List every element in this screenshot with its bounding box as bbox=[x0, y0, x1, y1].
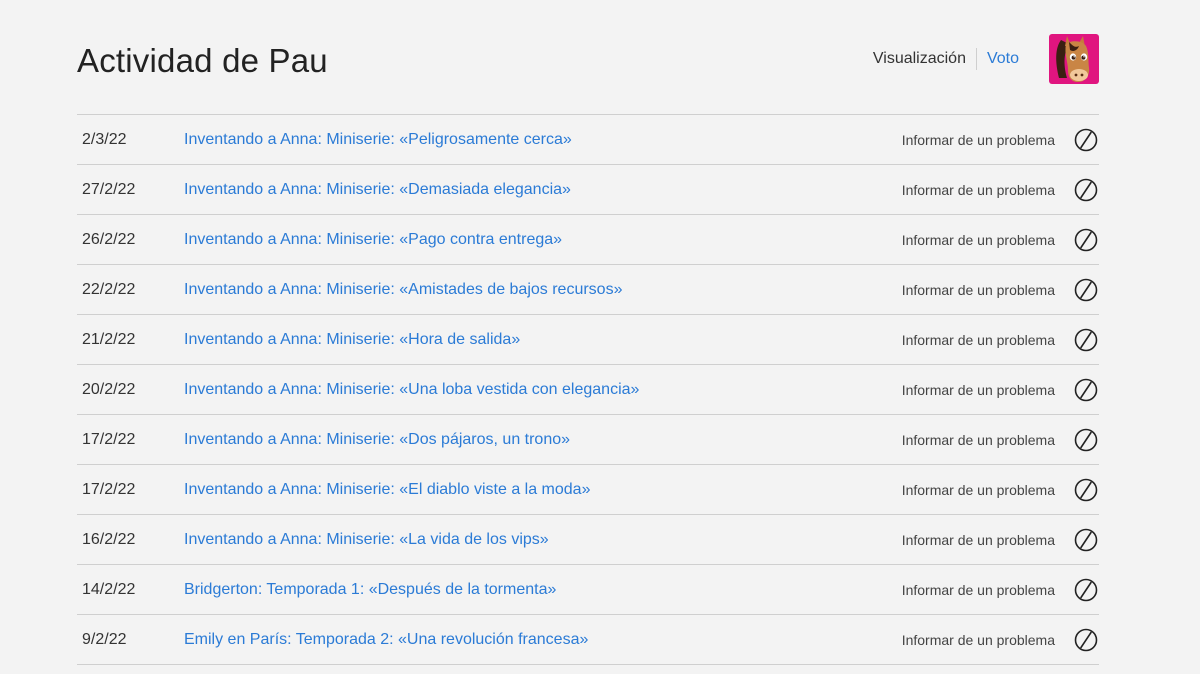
activity-row: 20/2/22 Inventando a Anna: Miniserie: «U… bbox=[77, 365, 1099, 415]
page-title: Actividad de Pau bbox=[77, 42, 328, 79]
hide-from-history-button[interactable] bbox=[1074, 478, 1098, 502]
activity-title-link[interactable]: Inventando a Anna: Miniserie: «Pago cont… bbox=[184, 230, 562, 250]
hide-icon bbox=[1074, 628, 1098, 652]
report-problem-link[interactable]: Informar de un problema bbox=[902, 281, 1055, 299]
hide-icon bbox=[1074, 528, 1098, 552]
page-header: Actividad de Pau Visualización Voto bbox=[77, 34, 1099, 94]
hide-from-history-button[interactable] bbox=[1074, 428, 1098, 452]
hide-icon bbox=[1074, 328, 1098, 352]
activity-title-link[interactable]: Inventando a Anna: Miniserie: «Una loba … bbox=[184, 380, 639, 400]
report-problem-link[interactable]: Informar de un problema bbox=[902, 231, 1055, 249]
hide-from-history-button[interactable] bbox=[1074, 528, 1098, 552]
report-problem-link[interactable]: Informar de un problema bbox=[902, 631, 1055, 649]
hide-from-history-button[interactable] bbox=[1074, 328, 1098, 352]
profile-avatar[interactable] bbox=[1049, 34, 1099, 84]
report-problem-link[interactable]: Informar de un problema bbox=[902, 331, 1055, 349]
hide-from-history-button[interactable] bbox=[1074, 378, 1098, 402]
activity-date: 21/2/22 bbox=[82, 331, 136, 348]
activity-title-link[interactable]: Inventando a Anna: Miniserie: «La vida d… bbox=[184, 530, 549, 550]
hide-icon bbox=[1074, 478, 1098, 502]
hide-from-history-button[interactable] bbox=[1074, 228, 1098, 252]
hide-from-history-button[interactable] bbox=[1074, 278, 1098, 302]
activity-date: 26/2/22 bbox=[82, 231, 136, 248]
activity-date: 14/2/22 bbox=[82, 581, 136, 598]
hide-from-history-button[interactable] bbox=[1074, 578, 1098, 602]
report-problem-link[interactable]: Informar de un problema bbox=[902, 181, 1055, 199]
activity-row: 16/2/22 Inventando a Anna: Miniserie: «L… bbox=[77, 515, 1099, 565]
activity-date: 27/2/22 bbox=[82, 181, 136, 198]
activity-date: 2/3/22 bbox=[82, 131, 127, 148]
activity-title-link[interactable]: Inventando a Anna: Miniserie: «Peligrosa… bbox=[184, 130, 572, 150]
activity-title-link[interactable]: Inventando a Anna: Miniserie: «Hora de s… bbox=[184, 330, 520, 350]
activity-date: 16/2/22 bbox=[82, 531, 136, 548]
activity-row: 17/2/22 Inventando a Anna: Miniserie: «D… bbox=[77, 415, 1099, 465]
hide-from-history-button[interactable] bbox=[1074, 128, 1098, 152]
activity-date: 20/2/22 bbox=[82, 381, 136, 398]
activity-page: Actividad de Pau Visualización Voto 2/3/… bbox=[0, 0, 1200, 674]
hide-icon bbox=[1074, 228, 1098, 252]
report-problem-link[interactable]: Informar de un problema bbox=[902, 531, 1055, 549]
activity-title-link[interactable]: Inventando a Anna: Miniserie: «El diablo… bbox=[184, 480, 590, 500]
activity-date: 22/2/22 bbox=[82, 281, 136, 298]
activity-row: 17/2/22 Inventando a Anna: Miniserie: «E… bbox=[77, 465, 1099, 515]
activity-row: 27/2/22 Inventando a Anna: Miniserie: «D… bbox=[77, 165, 1099, 215]
activity-title-link[interactable]: Emily en París: Temporada 2: «Una revolu… bbox=[184, 630, 588, 650]
activity-title-link[interactable]: Inventando a Anna: Miniserie: «Dos pájar… bbox=[184, 430, 570, 450]
hide-from-history-button[interactable] bbox=[1074, 178, 1098, 202]
activity-row: 9/2/22 Emily en París: Temporada 2: «Una… bbox=[77, 615, 1099, 665]
report-problem-link[interactable]: Informar de un problema bbox=[902, 381, 1055, 399]
hide-icon bbox=[1074, 578, 1098, 602]
activity-row: 26/2/22 Inventando a Anna: Miniserie: «P… bbox=[77, 215, 1099, 265]
viewing-tab[interactable]: Visualización bbox=[873, 48, 977, 70]
report-problem-link[interactable]: Informar de un problema bbox=[902, 431, 1055, 449]
hide-icon bbox=[1074, 378, 1098, 402]
hide-icon bbox=[1074, 278, 1098, 302]
rating-tab[interactable]: Voto bbox=[977, 48, 1019, 70]
report-problem-link[interactable]: Informar de un problema bbox=[902, 581, 1055, 599]
activity-title-link[interactable]: Inventando a Anna: Miniserie: «Amistades… bbox=[184, 280, 622, 300]
activity-date: 17/2/22 bbox=[82, 431, 136, 448]
activity-date: 9/2/22 bbox=[82, 631, 127, 648]
report-problem-link[interactable]: Informar de un problema bbox=[902, 481, 1055, 499]
report-problem-link[interactable]: Informar de un problema bbox=[902, 131, 1055, 149]
activity-list: 2/3/22 Inventando a Anna: Miniserie: «Pe… bbox=[77, 114, 1099, 665]
view-switch: Visualización Voto bbox=[873, 48, 1019, 70]
activity-date: 17/2/22 bbox=[82, 481, 136, 498]
activity-title-link[interactable]: Bridgerton: Temporada 1: «Después de la … bbox=[184, 580, 556, 600]
hide-icon bbox=[1074, 128, 1098, 152]
horse-avatar-icon bbox=[1049, 34, 1099, 84]
activity-title-link[interactable]: Inventando a Anna: Miniserie: «Demasiada… bbox=[184, 180, 571, 200]
hide-icon bbox=[1074, 178, 1098, 202]
activity-row: 21/2/22 Inventando a Anna: Miniserie: «H… bbox=[77, 315, 1099, 365]
hide-icon bbox=[1074, 428, 1098, 452]
activity-row: 2/3/22 Inventando a Anna: Miniserie: «Pe… bbox=[77, 115, 1099, 165]
activity-row: 22/2/22 Inventando a Anna: Miniserie: «A… bbox=[77, 265, 1099, 315]
hide-from-history-button[interactable] bbox=[1074, 628, 1098, 652]
activity-row: 14/2/22 Bridgerton: Temporada 1: «Despué… bbox=[77, 565, 1099, 615]
